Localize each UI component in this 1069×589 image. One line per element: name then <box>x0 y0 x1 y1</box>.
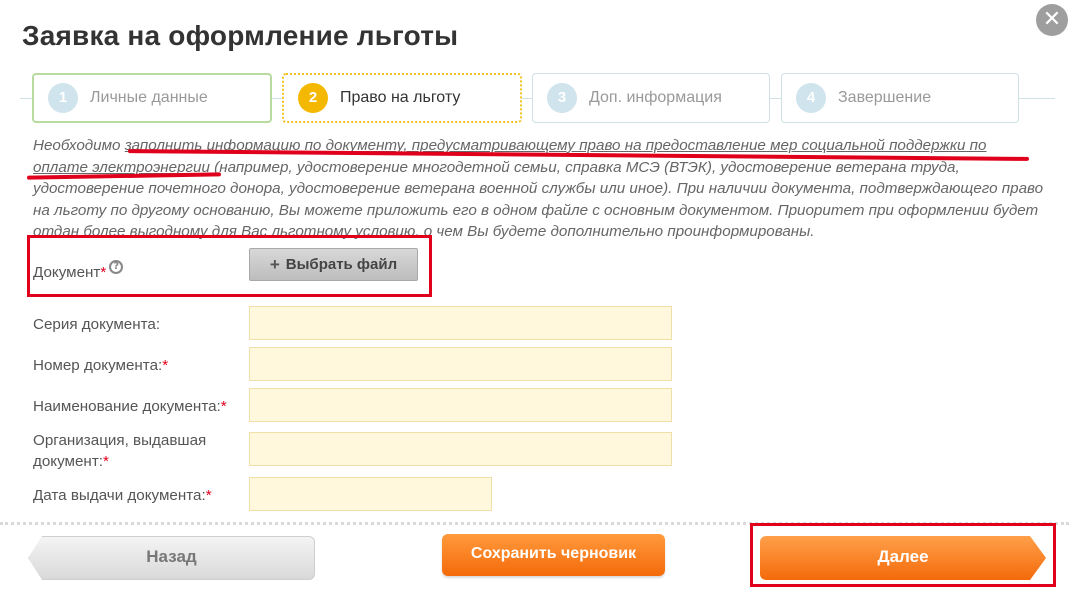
plus-icon: + <box>269 254 280 274</box>
step-label: Доп. информация <box>589 89 722 106</box>
instruction-prefix: Необходимо <box>33 137 125 154</box>
doc-name-input[interactable] <box>249 388 672 422</box>
step-number: 1 <box>48 83 78 113</box>
step-completion[interactable]: 4 Завершение <box>781 73 1019 123</box>
required-mark: * <box>100 264 107 281</box>
doc-name-label: Наименование документа:* <box>33 396 227 417</box>
number-label-text: Номер документа: <box>33 357 163 374</box>
org-input[interactable] <box>249 432 672 466</box>
document-label-text: Документ <box>33 264 101 281</box>
series-input[interactable] <box>249 306 672 340</box>
save-draft-button[interactable]: Сохранить черновик <box>442 534 665 576</box>
org-label-text: Организация, выдавшая документ: <box>33 432 207 470</box>
step-label: Завершение <box>838 89 932 106</box>
step-number: 3 <box>547 83 577 113</box>
date-label-text: Дата выдачи документа: <box>33 487 206 504</box>
date-label: Дата выдачи документа:* <box>33 485 212 506</box>
document-label: Документ*? <box>33 260 124 283</box>
date-input[interactable] <box>249 477 492 511</box>
close-icon[interactable]: ✕ <box>1036 4 1068 36</box>
number-input[interactable] <box>249 347 672 381</box>
help-icon[interactable]: ? <box>109 260 124 274</box>
step-benefit-right[interactable]: 2 Право на льготу <box>282 73 522 123</box>
step-additional-info[interactable]: 3 Доп. информация <box>532 73 770 123</box>
back-button[interactable]: Назад <box>28 536 315 580</box>
annotation-box-next <box>750 523 1056 587</box>
choose-file-button[interactable]: + Выбрать файл <box>249 248 418 281</box>
series-label: Серия документа: <box>33 316 161 333</box>
number-label: Номер документа:* <box>33 355 168 376</box>
step-label: Личные данные <box>90 89 208 106</box>
required-mark: * <box>162 357 169 374</box>
step-personal-data[interactable]: 1 Личные данные <box>32 73 272 123</box>
org-label: Организация, выдавшая документ:* <box>33 430 233 472</box>
step-number: 4 <box>796 83 826 113</box>
required-mark: * <box>103 453 109 470</box>
step-number: 2 <box>298 83 328 113</box>
step-label: Право на льготу <box>340 89 461 106</box>
doc-name-label-text: Наименование документа: <box>33 398 221 415</box>
required-mark: * <box>220 398 227 415</box>
dialog-title: Заявка на оформление льготы <box>22 20 459 51</box>
choose-file-label: Выбрать файл <box>285 256 398 273</box>
required-mark: * <box>205 487 212 504</box>
